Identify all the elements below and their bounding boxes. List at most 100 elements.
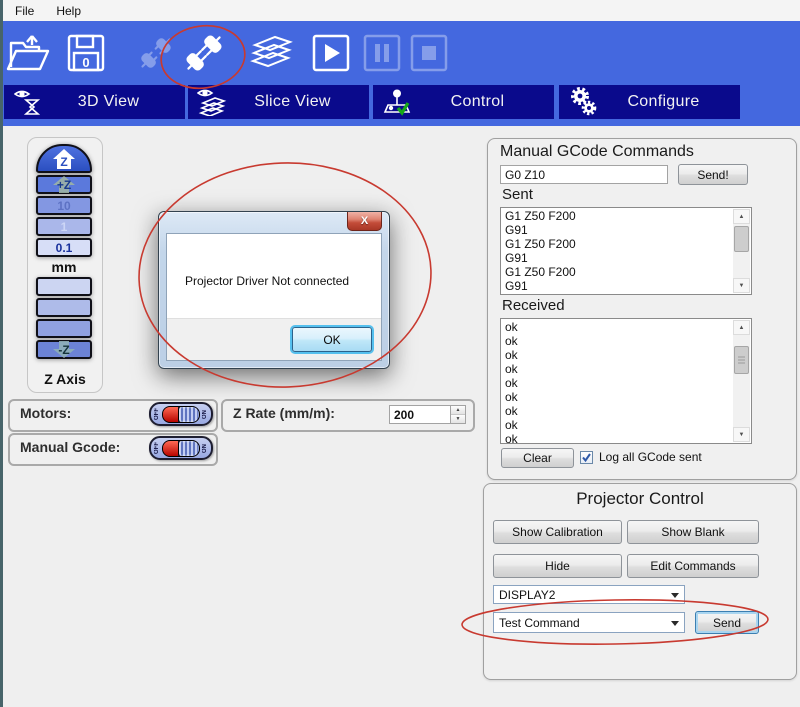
show-blank-button[interactable]: Show Blank [627,520,759,544]
tab-configure[interactable]: Configure [559,85,740,119]
menu-file[interactable]: File [5,2,44,20]
gcode-command-input[interactable] [500,165,668,184]
received-line: ok [505,320,733,334]
ok-button[interactable]: OK [292,327,372,352]
z-home-button[interactable]: Z [36,144,92,173]
test-command-value: Test Command [499,616,580,630]
manual-gcode-label: Manual Gcode: [20,439,120,455]
eye-slice-icon [196,88,230,116]
received-line: ok [505,418,733,432]
z-down-step-button-2[interactable] [36,298,92,317]
display-select-value: DISPLAY2 [499,588,555,602]
dialog-footer: OK [167,318,381,360]
z-down-step-button-1[interactable] [36,277,92,296]
chevron-down-icon [671,593,679,602]
play-icon[interactable] [308,30,354,76]
scroll-down-icon[interactable]: ▼ [733,278,750,293]
z-step-10-button[interactable]: 10 [36,196,92,215]
home-icon: Z [51,147,77,171]
tab-label: Configure [601,93,740,111]
received-label: Received [502,297,565,314]
gcode-send-button[interactable]: Send! [678,164,748,185]
toggle-knob[interactable] [178,441,199,456]
z-rate-input[interactable] [389,405,451,424]
manual-gcode-toggle[interactable]: OFF ON [149,436,213,460]
slice-icon[interactable] [249,30,295,76]
manual-gcode-group: Manual Gcode: OFF ON [8,433,218,466]
gcode-panel: Manual GCode Commands Send! Sent G1 Z50 … [487,138,797,480]
received-scrollbar[interactable]: ▲ ▼ [733,320,750,442]
z-axis-panel: Z +Z 10 1 0.1 mm -Z Z Axis [27,137,103,393]
z-up-button[interactable]: +Z [36,175,92,194]
clear-button[interactable]: Clear [501,448,574,468]
toggle-off-label: OFF [154,442,160,454]
sent-line: G91 [505,251,733,265]
toggle-on-label: ON [202,444,208,453]
menu-bar: File Help [3,0,800,21]
pause-icon [359,30,405,76]
tab-slice-view[interactable]: Slice View [188,85,369,119]
svg-text:Z: Z [60,155,67,169]
z-rate-spinner[interactable]: ▲▼ [451,405,466,424]
stop-icon [406,30,452,76]
z-rate-label: Z Rate (mm/m): [233,405,335,421]
z-step-1-button[interactable]: 1 [36,217,92,236]
log-gcode-checkbox[interactable] [580,451,593,464]
show-calibration-button[interactable]: Show Calibration [493,520,622,544]
disconnect-plug-icon [133,30,179,76]
motors-toggle[interactable]: OFF ON [149,402,213,426]
z-step-0-1-button[interactable]: 0.1 [36,238,92,257]
spin-down-icon[interactable]: ▼ [451,415,465,423]
toggle-track [162,440,200,457]
app-window: File Help 0 [0,0,800,707]
sent-line: G91 [505,279,733,293]
z-down-button[interactable]: -Z [36,340,92,359]
gcode-panel-title: Manual GCode Commands [500,143,694,161]
scroll-up-icon[interactable]: ▲ [733,320,750,335]
received-line: ok [505,376,733,390]
received-line: ok [505,348,733,362]
test-command-select[interactable]: Test Command [493,612,685,633]
display-select[interactable]: DISPLAY2 [493,585,685,604]
toggle-off-label: OFF [154,408,160,420]
edit-commands-button[interactable]: Edit Commands [627,554,759,578]
scroll-down-icon[interactable]: ▼ [733,427,750,442]
sent-line: G1 Z50 F200 [505,265,733,279]
z-rate-group: Z Rate (mm/m): ▲▼ [221,399,475,432]
received-listbox[interactable]: ok ok ok ok ok ok ok ok ok ▲ ▼ [500,318,752,444]
received-line: ok [505,390,733,404]
toggle-knob[interactable] [178,407,199,422]
scroll-thumb[interactable] [734,226,749,252]
sent-label: Sent [502,186,533,203]
log-gcode-label: Log all GCode sent [599,450,702,464]
scroll-thumb[interactable] [734,346,749,374]
tab-3d-view[interactable]: 3D View [4,85,185,119]
z-down-step-button-3[interactable] [36,319,92,338]
tab-control[interactable]: Control [373,85,554,119]
open-file-icon[interactable] [5,30,51,76]
check-icon [581,452,592,463]
sent-scrollbar[interactable]: ▲ ▼ [733,209,750,293]
toggle-track [162,406,200,423]
tab-label: Slice View [230,93,369,111]
received-line: ok [505,432,733,444]
projector-send-button[interactable]: Send [695,611,759,634]
dialog-body: Projector Driver Not connected OK [166,233,382,361]
received-line: ok [505,334,733,348]
svg-text:0: 0 [82,55,89,70]
menu-help[interactable]: Help [46,2,91,20]
toolbar: 0 [3,21,800,85]
spin-up-icon[interactable]: ▲ [451,406,465,415]
received-line: ok [505,404,733,418]
tab-label: Control [415,93,554,111]
close-icon[interactable]: X [347,212,382,231]
sent-line: G91 [505,223,733,237]
hide-button[interactable]: Hide [493,554,622,578]
save-file-icon[interactable]: 0 [63,30,109,76]
dialog-message: Projector Driver Not connected [185,274,349,288]
sent-listbox[interactable]: G1 Z50 F200 G91 G1 Z50 F200 G91 G1 Z50 F… [500,207,752,295]
scroll-up-icon[interactable]: ▲ [733,209,750,224]
connect-plug-icon[interactable] [181,30,227,76]
projector-panel: Projector Control Show Calibration Show … [483,483,797,680]
sent-line: G1 Z50 F200 [505,237,733,251]
